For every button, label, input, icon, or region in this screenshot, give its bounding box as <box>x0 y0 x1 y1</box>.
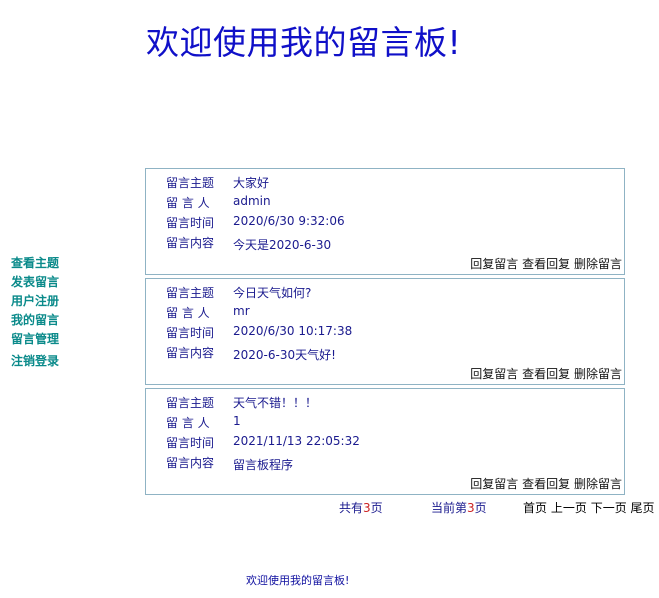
sidebar-item-my-messages[interactable]: 我的留言 <box>11 311 59 330</box>
total-pages-prefix: 共有 <box>339 501 364 515</box>
message-author: mr <box>233 304 250 318</box>
message-subject: 大家好 <box>233 176 270 190</box>
message-time: 2021/11/13 22:05:32 <box>233 434 360 448</box>
sidebar-item-logout[interactable]: 注销登录 <box>11 352 59 371</box>
current-page-number: 3 <box>467 501 475 515</box>
sidebar-item-register[interactable]: 用户注册 <box>11 292 59 311</box>
current-page-info: 当前第3页 <box>431 499 487 516</box>
total-pages-suffix: 页 <box>370 501 383 515</box>
author-label: 留 言 人 <box>166 416 210 430</box>
pagination-nav: 首页 上一页 下一页 尾页 <box>523 499 655 516</box>
view-replies-button[interactable]: 查看回复 <box>522 477 570 491</box>
message-subject: 天气不错！！！ <box>233 396 318 410</box>
first-page-link[interactable]: 首页 <box>523 501 547 515</box>
message-card: 留言主题 今日天气如何? 留 言 人 mr 留言时间 2020/6/30 10:… <box>145 278 625 385</box>
message-author: admin <box>233 194 271 208</box>
view-replies-button[interactable]: 查看回复 <box>522 367 570 381</box>
content-label: 留言内容 <box>166 236 215 250</box>
time-label: 留言时间 <box>166 216 215 230</box>
subject-label: 留言主题 <box>166 176 215 190</box>
message-author: 1 <box>233 414 241 428</box>
message-subject: 今日天气如何? <box>233 286 312 300</box>
footer-text: 欢迎使用我的留言板! <box>246 574 350 587</box>
time-label: 留言时间 <box>166 326 215 340</box>
subject-label: 留言主题 <box>166 396 215 410</box>
current-page-prefix: 当前第 <box>431 501 468 515</box>
message-actions: 回复留言 查看回复 删除留言 <box>470 365 622 382</box>
author-label: 留 言 人 <box>166 196 210 210</box>
next-page-link[interactable]: 下一页 <box>591 501 627 515</box>
delete-button[interactable]: 删除留言 <box>574 477 622 491</box>
delete-button[interactable]: 删除留言 <box>574 367 622 381</box>
author-label: 留 言 人 <box>166 306 210 320</box>
reply-button[interactable]: 回复留言 <box>470 367 518 381</box>
time-label: 留言时间 <box>166 436 215 450</box>
message-card: 留言主题 大家好 留 言 人 admin 留言时间 2020/6/30 9:32… <box>145 168 625 275</box>
reply-button[interactable]: 回复留言 <box>470 477 518 491</box>
sidebar-item-post-message[interactable]: 发表留言 <box>11 273 59 292</box>
current-page-suffix: 页 <box>474 501 487 515</box>
content-label: 留言内容 <box>166 346 215 360</box>
total-pages-count: 3 <box>363 501 371 515</box>
message-time: 2020/6/30 10:17:38 <box>233 324 353 338</box>
total-pages-info: 共有3页 <box>339 499 383 516</box>
reply-button[interactable]: 回复留言 <box>470 257 518 271</box>
message-content: 留言板程序 <box>233 458 294 472</box>
subject-label: 留言主题 <box>166 286 215 300</box>
message-time: 2020/6/30 9:32:06 <box>233 214 345 228</box>
sidebar-item-manage-messages[interactable]: 留言管理 <box>11 330 59 349</box>
message-actions: 回复留言 查看回复 删除留言 <box>470 475 622 492</box>
prev-page-link[interactable]: 上一页 <box>551 501 587 515</box>
delete-button[interactable]: 删除留言 <box>574 257 622 271</box>
sidebar-nav: 查看主题 发表留言 用户注册 我的留言 留言管理 注销登录 <box>11 254 59 371</box>
content-label: 留言内容 <box>166 456 215 470</box>
message-content: 2020-6-30天气好! <box>233 348 336 362</box>
message-content: 今天是2020-6-30 <box>233 238 332 252</box>
sidebar-item-view-topics[interactable]: 查看主题 <box>11 254 59 273</box>
page-title: 欢迎使用我的留言板! <box>146 23 462 62</box>
view-replies-button[interactable]: 查看回复 <box>522 257 570 271</box>
message-card: 留言主题 天气不错！！！ 留 言 人 1 留言时间 2021/11/13 22:… <box>145 388 625 495</box>
last-page-link[interactable]: 尾页 <box>631 501 655 515</box>
message-actions: 回复留言 查看回复 删除留言 <box>470 255 622 272</box>
